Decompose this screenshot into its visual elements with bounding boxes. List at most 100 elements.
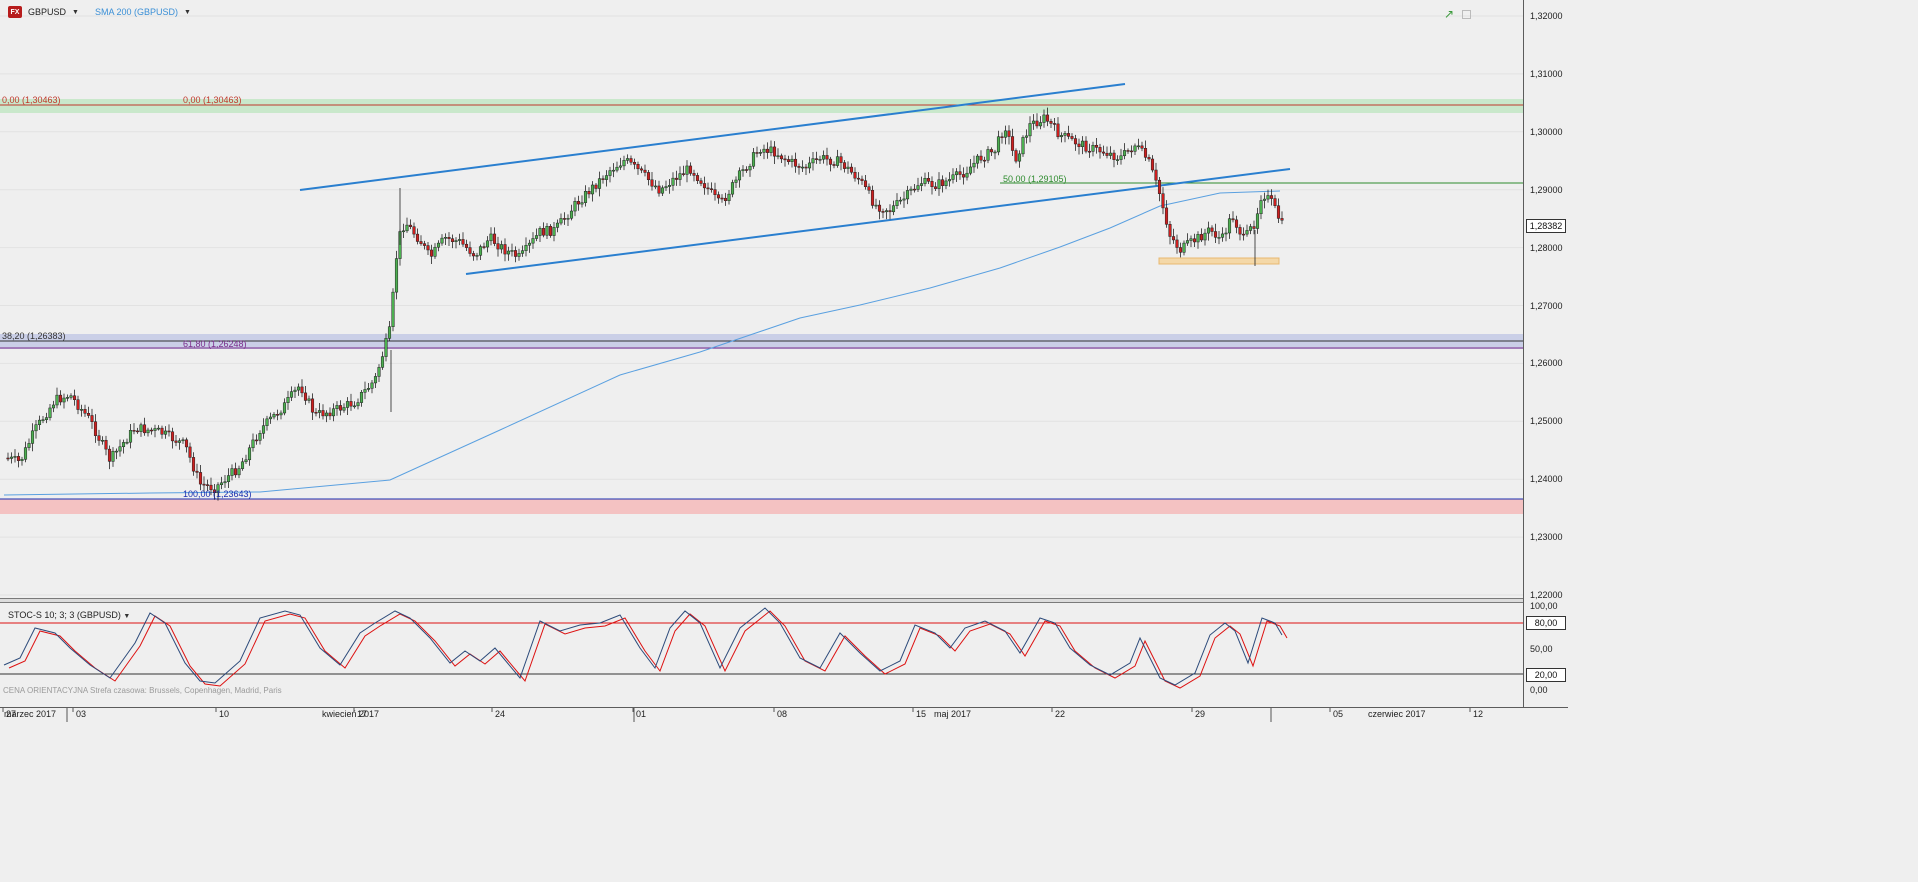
- candle-body: [251, 439, 255, 449]
- candle-body: [597, 178, 602, 189]
- candle-body: [835, 156, 840, 166]
- candle-body: [856, 177, 861, 180]
- candle-body: [167, 430, 171, 433]
- candle-body: [191, 457, 196, 472]
- candle-body: [1238, 227, 1242, 235]
- sma-dropdown-icon[interactable]: ▼: [184, 9, 191, 16]
- fib-50-label: 50,00 (1,29105): [1003, 174, 1067, 184]
- candle-body: [464, 243, 469, 248]
- candle-body: [772, 146, 777, 157]
- candle-body: [380, 356, 385, 368]
- candle-body: [1038, 122, 1043, 127]
- stochastic-label[interactable]: STOC-S 10; 3; 3 (GBPUSD) ▼: [8, 610, 130, 620]
- candle-body: [433, 246, 437, 257]
- candle-body: [643, 169, 647, 173]
- candle-body: [314, 411, 318, 414]
- candle-body: [1269, 195, 1274, 199]
- candle-body: [1042, 114, 1046, 123]
- trend-icon[interactable]: ↗: [1444, 7, 1454, 21]
- candle-body: [195, 470, 199, 473]
- candle-body: [408, 224, 413, 227]
- candle-body: [1189, 238, 1193, 241]
- candle-body: [1000, 136, 1004, 138]
- candle-body: [849, 166, 854, 173]
- candle-body: [454, 240, 458, 242]
- price-chart-canvas[interactable]: [0, 0, 1523, 598]
- date-tick: 03: [76, 709, 87, 719]
- stochastic-pane[interactable]: STOC-S 10; 3; 3 (GBPUSD) ▼ CENA ORIENTAC…: [0, 603, 1523, 707]
- candle-body: [1164, 207, 1169, 225]
- candle-body: [391, 291, 395, 327]
- candle-body: [800, 166, 805, 169]
- candle-body: [615, 166, 619, 171]
- candle-body: [737, 170, 742, 181]
- candle-body: [793, 158, 798, 167]
- candle-body: [1028, 123, 1032, 137]
- candle-body: [1266, 195, 1270, 200]
- candle-body: [48, 407, 52, 418]
- candle-body: [440, 237, 444, 244]
- candle-body: [205, 484, 210, 486]
- candle-body: [1143, 148, 1148, 158]
- fib-61-label: 61,80 (1,26248): [183, 339, 247, 349]
- candle-body: [716, 194, 721, 199]
- candle-body: [688, 165, 693, 174]
- candle-body: [373, 376, 378, 384]
- price-tick: 1,32000: [1530, 11, 1563, 21]
- maximize-pane-icon[interactable]: [1462, 9, 1471, 19]
- pane-controls: ↗: [1444, 7, 1471, 21]
- candle-body: [377, 367, 381, 377]
- candle-body: [265, 418, 269, 426]
- current-price-tag: 1,28382: [1526, 219, 1566, 233]
- symbol-name[interactable]: GBPUSD: [28, 7, 66, 17]
- candle-body: [989, 149, 994, 153]
- candle-body: [870, 190, 875, 206]
- candle-body: [1178, 247, 1183, 253]
- candle-body: [699, 180, 703, 184]
- candle-body: [1101, 151, 1106, 154]
- candle-body: [734, 179, 738, 183]
- date-tick: 24: [495, 709, 506, 719]
- candle-body: [1035, 120, 1039, 127]
- candle-body: [1252, 226, 1256, 229]
- candle-body: [1234, 219, 1239, 228]
- candle-body: [923, 178, 927, 184]
- candle-body: [447, 237, 451, 239]
- fib-0-label-mid: 0,00 (1,30463): [183, 95, 242, 105]
- candle-body: [125, 441, 129, 444]
- candle-body: [632, 161, 637, 165]
- date-axis[interactable]: 27 03 10 17 24 01 08 15 22 29 05 12 marzec 2017 kwiec…: [0, 707, 1568, 722]
- candle-body: [909, 188, 913, 191]
- candle-body: [867, 186, 871, 191]
- candle-body: [461, 239, 465, 245]
- candle-body: [268, 416, 273, 420]
- candle-body: [1241, 233, 1246, 236]
- candle-body: [1084, 140, 1088, 152]
- candle-body: [1133, 145, 1137, 152]
- candle-body: [1087, 150, 1092, 153]
- sma-indicator-label[interactable]: SMA 200 (GBPUSD): [95, 7, 178, 17]
- candle-body: [16, 456, 21, 461]
- candle-body: [415, 233, 420, 242]
- candle-body: [888, 210, 892, 213]
- price-axis[interactable]: 1,32000 1,31000 1,30000 1,29000 1,28000 1,270…: [1523, 0, 1568, 707]
- candle-body: [566, 217, 570, 220]
- candle-body: [132, 430, 136, 432]
- candle-body: [706, 187, 710, 190]
- candle-body: [1059, 135, 1064, 138]
- candle-body: [478, 246, 483, 256]
- candle-body: [44, 417, 49, 420]
- candle-body: [905, 190, 910, 200]
- candle-body: [520, 250, 525, 254]
- candle-body: [898, 199, 903, 202]
- candle-body: [401, 230, 406, 233]
- candle-body: [709, 188, 714, 190]
- price-chart-pane[interactable]: FX GBPUSD ▼ SMA 200 (GBPUSD) ▼ ↗ 0,00 (1…: [0, 0, 1523, 598]
- candle-body: [947, 179, 952, 182]
- candle-body: [100, 439, 105, 442]
- candle-body: [114, 450, 119, 453]
- candle-body: [443, 237, 448, 239]
- price-tick: 1,23000: [1530, 532, 1563, 543]
- candle-body: [884, 210, 889, 213]
- symbol-dropdown-icon[interactable]: ▼: [72, 9, 79, 16]
